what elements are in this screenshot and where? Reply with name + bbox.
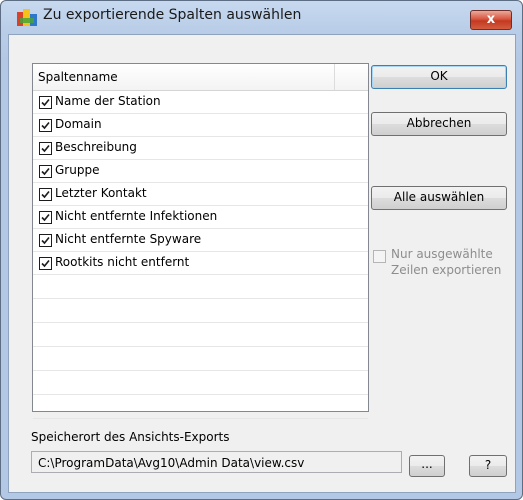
column-label: Beschreibung [55, 140, 137, 154]
list-item[interactable]: Gruppe [33, 160, 368, 183]
column-checkbox[interactable] [39, 142, 52, 155]
column-checkbox[interactable] [39, 96, 52, 109]
export-selected-label: Nur ausgewählte Zeilen exportieren [391, 247, 502, 277]
column-label: Letzter Kontakt [55, 186, 147, 200]
list-item[interactable]: Name der Station [33, 91, 368, 114]
column-label: Gruppe [55, 163, 100, 177]
title-bar[interactable]: Zu exportierende Spalten auswählen x [1, 1, 522, 33]
column-label: Rootkits nicht entfernt [55, 255, 190, 269]
list-item[interactable]: Nicht entfernte Spyware [33, 229, 368, 252]
column-checkbox[interactable] [39, 257, 52, 270]
column-header-spaltenname[interactable]: Spaltenname [33, 64, 335, 90]
empty-row [33, 299, 368, 323]
cancel-button[interactable]: Abbrechen [371, 112, 507, 136]
column-label: Name der Station [55, 94, 161, 108]
checkmark-icon [41, 167, 50, 176]
column-checkbox[interactable] [39, 165, 52, 178]
avg-logo-icon [17, 9, 37, 27]
empty-row [33, 275, 368, 299]
column-checkbox[interactable] [39, 119, 52, 132]
export-location-label: Speicherort des Ansichts-Exports [31, 430, 230, 444]
column-checkbox[interactable] [39, 234, 52, 247]
export-path-field[interactable]: C:\ProgramData\Avg10\Admin Data\view.csv [31, 451, 402, 473]
columns-list[interactable]: Spaltenname Name der Station Domain Beschr… [32, 63, 369, 419]
column-label: Nicht entfernte Infektionen [55, 209, 218, 223]
close-icon: x [486, 12, 496, 27]
checkmark-icon [41, 213, 50, 222]
empty-row [33, 347, 368, 371]
checkmark-icon [41, 190, 50, 199]
checkmark-icon [41, 98, 50, 107]
select-all-button[interactable]: Alle auswählen [371, 186, 507, 210]
dialog-body: Spaltenname Name der Station Domain Beschr… [8, 34, 516, 493]
empty-row [33, 323, 368, 347]
empty-row [33, 371, 368, 395]
checkmark-icon [41, 236, 50, 245]
window-title: Zu exportierende Spalten auswählen [43, 7, 302, 23]
column-label: Nicht entfernte Spyware [55, 232, 202, 246]
list-rows: Name der Station Domain Beschreibung Gruppe… [33, 91, 368, 419]
help-button[interactable]: ? [469, 455, 507, 477]
close-button[interactable]: x [470, 10, 512, 30]
export-selected-checkbox[interactable] [373, 250, 386, 263]
dialog-window: Zu exportierende Spalten auswählen x Spa… [0, 0, 523, 500]
browse-button[interactable]: ... [409, 455, 445, 477]
checkmark-icon [41, 259, 50, 268]
column-checkbox[interactable] [39, 211, 52, 224]
list-header: Spaltenname [33, 64, 368, 91]
ok-button[interactable]: OK [371, 65, 507, 89]
column-checkbox[interactable] [39, 188, 52, 201]
list-item[interactable]: Rootkits nicht entfernt [33, 252, 368, 275]
checkmark-icon [41, 144, 50, 153]
list-item[interactable]: Letzter Kontakt [33, 183, 368, 206]
list-item[interactable]: Domain [33, 114, 368, 137]
column-label: Domain [55, 117, 102, 131]
checkmark-icon [41, 121, 50, 130]
list-item[interactable]: Nicht entfernte Infektionen [33, 206, 368, 229]
empty-row [33, 395, 368, 419]
list-item[interactable]: Beschreibung [33, 137, 368, 160]
